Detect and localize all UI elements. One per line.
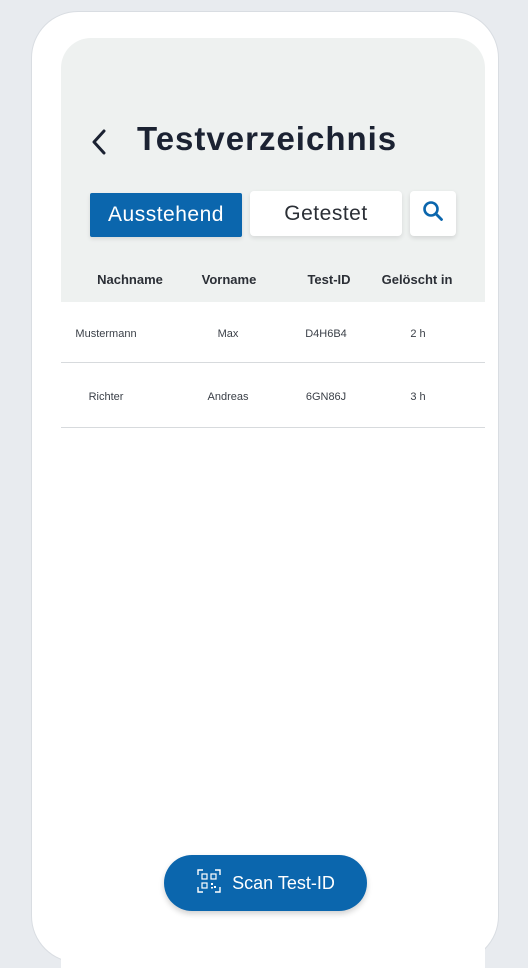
cell-geloescht-in: 3 h [410, 391, 426, 403]
back-chevron-icon[interactable] [85, 126, 113, 158]
cell-vorname: Andreas [207, 391, 249, 403]
search-button[interactable] [410, 191, 456, 236]
page-title: Testverzeichnis [137, 120, 398, 157]
search-icon [422, 200, 444, 227]
cell-test-id: 6GN86J [305, 391, 347, 403]
cell-geloescht-in: 2 h [410, 328, 426, 340]
cell-nachname: Mustermann [75, 328, 137, 340]
qr-code-icon [196, 868, 222, 899]
scan-test-id-button[interactable]: Scan Test-ID [164, 855, 367, 911]
header-area: Testverzeichnis Ausstehend Getestet Nach… [61, 38, 485, 302]
test-list: Mustermann Max D4H6B4 2 h Richter Andrea… [61, 302, 485, 428]
table-row[interactable]: Mustermann Max D4H6B4 2 h [61, 302, 485, 363]
cell-vorname: Max [217, 328, 239, 340]
column-header-vorname: Vorname [201, 272, 257, 287]
column-header-nachname: Nachname [97, 272, 163, 287]
cell-nachname: Richter [88, 391, 124, 403]
column-header-test-id: Test-ID [307, 272, 351, 287]
scan-button-label: Scan Test-ID [232, 872, 335, 893]
column-header-geloescht-in: Gelöscht in [381, 272, 453, 287]
table-row[interactable]: Richter Andreas 6GN86J 3 h [61, 363, 485, 428]
tab-getestet[interactable]: Getestet [250, 191, 402, 236]
app-screen: Testverzeichnis Ausstehend Getestet Nach… [61, 38, 485, 968]
tab-ausstehend[interactable]: Ausstehend [90, 193, 242, 237]
cell-test-id: D4H6B4 [305, 328, 347, 340]
